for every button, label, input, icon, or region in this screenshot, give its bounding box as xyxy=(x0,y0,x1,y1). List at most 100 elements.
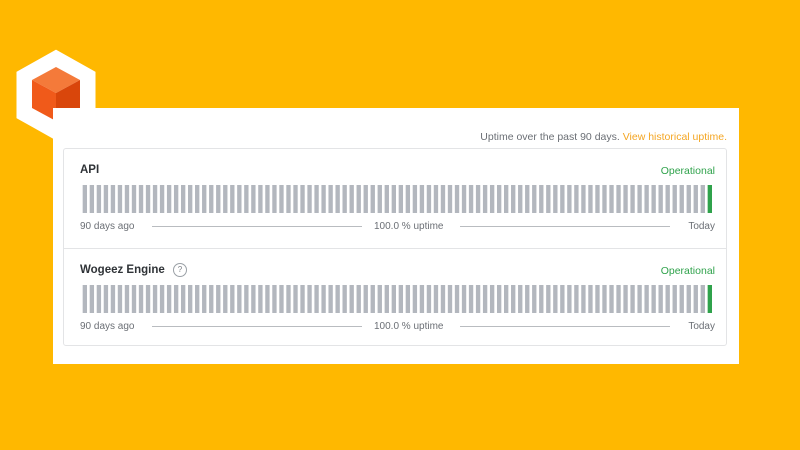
uptime-day-bar[interactable] xyxy=(525,285,530,313)
uptime-day-bar[interactable] xyxy=(300,185,305,213)
uptime-day-bar[interactable] xyxy=(468,185,474,213)
uptime-day-bar[interactable] xyxy=(89,185,95,213)
uptime-day-bar[interactable] xyxy=(188,285,193,313)
uptime-day-bar[interactable] xyxy=(419,285,425,313)
uptime-day-bar[interactable] xyxy=(89,285,95,313)
uptime-day-bar[interactable] xyxy=(96,285,102,313)
uptime-day-bar[interactable] xyxy=(103,285,109,313)
uptime-day-bar[interactable] xyxy=(461,185,467,213)
uptime-day-bar[interactable] xyxy=(258,185,263,213)
uptime-day-bar[interactable] xyxy=(595,285,600,313)
uptime-day-bar[interactable] xyxy=(532,185,537,213)
uptime-day-bar[interactable] xyxy=(342,185,347,213)
uptime-day-bar[interactable] xyxy=(265,285,270,313)
uptime-day-bar[interactable] xyxy=(440,285,446,313)
uptime-day-bar[interactable] xyxy=(328,285,333,313)
uptime-day-bar[interactable] xyxy=(454,285,460,313)
uptime-day-bar[interactable] xyxy=(82,185,88,213)
uptime-day-bar[interactable] xyxy=(419,185,425,213)
uptime-day-bar[interactable] xyxy=(665,185,670,213)
uptime-day-bar[interactable] xyxy=(602,285,607,313)
uptime-day-bar[interactable] xyxy=(195,185,200,213)
uptime-day-bar[interactable] xyxy=(496,185,502,213)
uptime-day-bar[interactable] xyxy=(356,285,361,313)
uptime-day-bar[interactable] xyxy=(412,185,418,213)
uptime-day-bar[interactable] xyxy=(321,285,326,313)
uptime-day-bar[interactable] xyxy=(700,185,705,213)
uptime-day-bar[interactable] xyxy=(426,285,432,313)
uptime-day-bar[interactable] xyxy=(546,185,551,213)
uptime-day-bar[interactable] xyxy=(707,285,712,313)
uptime-day-bar[interactable] xyxy=(672,285,677,313)
uptime-day-bar[interactable] xyxy=(363,285,368,313)
uptime-day-bar[interactable] xyxy=(384,285,389,313)
uptime-day-bar[interactable] xyxy=(356,185,361,213)
uptime-day-bar[interactable] xyxy=(412,285,418,313)
uptime-day-bar[interactable] xyxy=(138,285,144,313)
uptime-day-bar[interactable] xyxy=(244,185,249,213)
uptime-day-bar[interactable] xyxy=(328,185,333,213)
uptime-day-bar[interactable] xyxy=(110,285,116,313)
uptime-day-bar[interactable] xyxy=(342,285,347,313)
uptime-day-bar[interactable] xyxy=(511,285,516,313)
uptime-day-bar[interactable] xyxy=(560,185,565,213)
uptime-day-bar[interactable] xyxy=(637,185,642,213)
uptime-day-bar[interactable] xyxy=(567,285,572,313)
uptime-day-bar[interactable] xyxy=(707,185,712,213)
uptime-day-bar[interactable] xyxy=(209,285,214,313)
uptime-day-bar[interactable] xyxy=(651,285,656,313)
uptime-day-bar[interactable] xyxy=(286,185,291,213)
uptime-day-bar[interactable] xyxy=(230,185,235,213)
uptime-day-bar[interactable] xyxy=(693,185,698,213)
uptime-day-bar[interactable] xyxy=(110,185,116,213)
uptime-day-bar[interactable] xyxy=(335,285,340,313)
uptime-day-bar[interactable] xyxy=(700,285,705,313)
uptime-day-bar[interactable] xyxy=(644,185,649,213)
uptime-day-bar[interactable] xyxy=(307,285,312,313)
uptime-day-bar[interactable] xyxy=(616,185,621,213)
uptime-day-bar[interactable] xyxy=(145,185,151,213)
uptime-day-bar[interactable] xyxy=(602,185,607,213)
uptime-day-bar[interactable] xyxy=(686,285,691,313)
uptime-day-bar[interactable] xyxy=(117,185,123,213)
uptime-day-bar[interactable] xyxy=(131,285,137,313)
uptime-day-bar[interactable] xyxy=(272,285,277,313)
uptime-day-bar[interactable] xyxy=(679,285,684,313)
uptime-day-bar[interactable] xyxy=(511,185,516,213)
uptime-day-bar[interactable] xyxy=(518,285,523,313)
uptime-day-bar[interactable] xyxy=(237,285,242,313)
uptime-day-bar[interactable] xyxy=(223,285,228,313)
uptime-day-bar[interactable] xyxy=(637,285,642,313)
uptime-day-bar[interactable] xyxy=(237,185,242,213)
uptime-day-bar[interactable] xyxy=(279,185,284,213)
uptime-day-bar[interactable] xyxy=(447,185,453,213)
uptime-day-bar[interactable] xyxy=(475,185,481,213)
uptime-day-bar[interactable] xyxy=(117,285,123,313)
uptime-day-bar[interactable] xyxy=(230,285,235,313)
uptime-day-bar[interactable] xyxy=(188,185,193,213)
uptime-day-bar[interactable] xyxy=(286,285,291,313)
uptime-day-bar[interactable] xyxy=(335,185,340,213)
uptime-day-bar[interactable] xyxy=(574,185,579,213)
uptime-day-bar[interactable] xyxy=(686,185,691,213)
uptime-day-bar[interactable] xyxy=(314,185,319,213)
uptime-day-bar[interactable] xyxy=(124,185,130,213)
uptime-day-bar[interactable] xyxy=(391,185,396,213)
uptime-day-bar[interactable] xyxy=(180,285,186,313)
uptime-day-bar[interactable] xyxy=(251,285,256,313)
uptime-day-bar[interactable] xyxy=(82,285,88,313)
uptime-day-bar[interactable] xyxy=(384,185,389,213)
uptime-day-bar[interactable] xyxy=(398,285,404,313)
uptime-day-bar[interactable] xyxy=(307,185,312,213)
uptime-day-bar[interactable] xyxy=(405,185,411,213)
uptime-day-bar[interactable] xyxy=(272,185,277,213)
uptime-day-bar[interactable] xyxy=(504,185,509,213)
uptime-day-bar[interactable] xyxy=(518,185,523,213)
uptime-day-bar[interactable] xyxy=(609,185,614,213)
uptime-day-bar[interactable] xyxy=(321,185,326,213)
uptime-day-bar[interactable] xyxy=(216,285,221,313)
uptime-day-bar[interactable] xyxy=(293,185,298,213)
uptime-day-bar[interactable] xyxy=(279,285,284,313)
uptime-day-bar[interactable] xyxy=(433,285,439,313)
uptime-day-bar[interactable] xyxy=(560,285,565,313)
